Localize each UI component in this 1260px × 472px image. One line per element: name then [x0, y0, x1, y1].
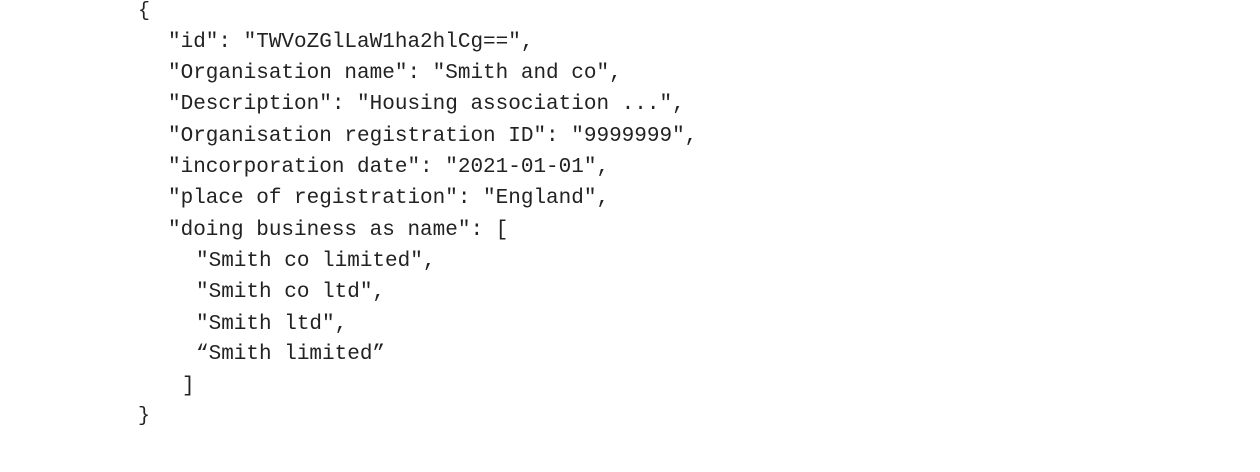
- json-line-incorporation-date: "incorporation date": "2021-01-01",: [168, 156, 610, 179]
- json-line-doing-business-as: "doing business as name": [: [168, 219, 509, 242]
- array-item: "Smith co limited",: [196, 250, 436, 273]
- json-line-place-of-registration: "place of registration": "England",: [168, 187, 610, 210]
- json-line-organisation-name: "Organisation name": "Smith and co",: [168, 62, 622, 85]
- json-line-registration-id: "Organisation registration ID": "9999999…: [168, 125, 698, 148]
- json-line-id: "id": "TWVoZGlLaW1ha2hlCg==",: [168, 31, 534, 54]
- array-close-bracket: ]: [182, 375, 195, 398]
- json-line-description: "Description": "Housing association ..."…: [168, 93, 685, 116]
- array-item: “Smith limited”: [196, 343, 386, 366]
- array-item: "Smith co ltd",: [196, 281, 386, 304]
- json-code-block: { "id": "TWVoZGlLaW1ha2hlCg==", "Organis…: [0, 0, 1260, 472]
- close-brace: }: [138, 405, 151, 428]
- open-brace: {: [138, 0, 151, 23]
- array-item: "Smith ltd",: [196, 313, 348, 336]
